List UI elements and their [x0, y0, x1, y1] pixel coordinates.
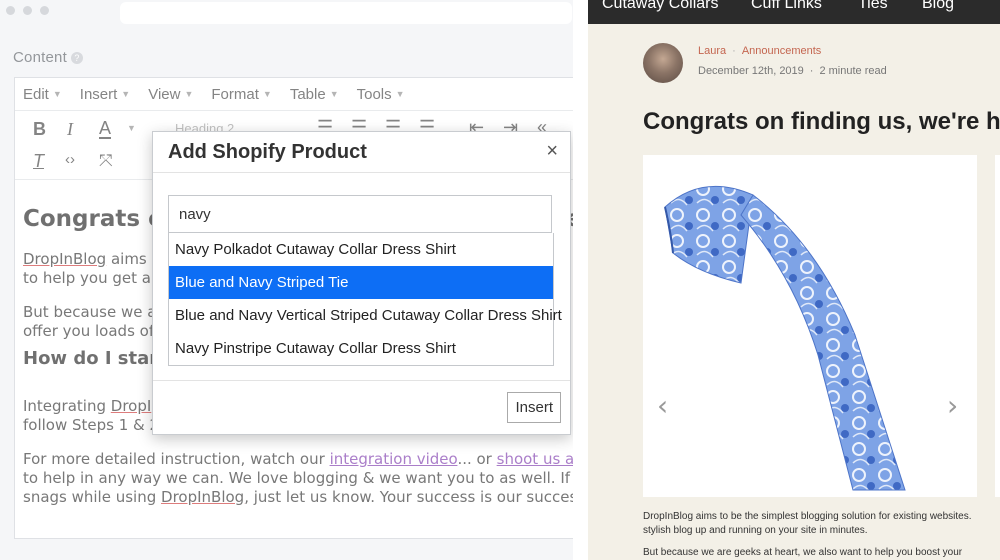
- dialog-title: Add Shopify Product: [168, 141, 367, 163]
- add-shopify-product-dialog: Add Shopify Product × Navy Polkadot Cuta…: [152, 131, 571, 435]
- author-avatar: [643, 43, 683, 83]
- nav-ties[interactable]: Ties: [858, 0, 888, 13]
- close-icon[interactable]: ×: [546, 140, 558, 163]
- tie-body: [740, 194, 906, 491]
- dialog-header: Add Shopify Product ×: [153, 132, 570, 173]
- nav-cuff-links[interactable]: Cuff Links: [751, 0, 822, 13]
- carousel-next-icon[interactable]: ›: [947, 389, 958, 422]
- product-image-carousel: ‹ ›: [643, 155, 977, 497]
- category-link[interactable]: Announcements: [742, 45, 822, 57]
- post-body-line: stylish blog up and running on your site…: [643, 525, 868, 536]
- post-date: December 12th, 2019: [698, 65, 804, 77]
- product-sidebar: [995, 155, 1000, 497]
- nav-cutaway-collars[interactable]: Cutaway Collars: [602, 0, 718, 13]
- product-result-item[interactable]: Navy Polkadot Cutaway Collar Dress Shirt: [169, 233, 553, 266]
- insert-button[interactable]: Insert: [507, 392, 561, 423]
- post-body-line: DropInBlog aims to be the simplest blogg…: [643, 511, 972, 522]
- tie-image: ‹ ›: [657, 185, 958, 491]
- editor-pane: Content? Edit ▼ Insert ▼ View ▼ Format ▼ Tab…: [0, 0, 573, 560]
- post-meta: Laura · Announcements: [698, 45, 821, 57]
- blog-preview-pane: Cutaway Collars Cuff Links Ties Blog Lau…: [588, 0, 1000, 560]
- site-navbar: Cutaway Collars Cuff Links Ties Blog: [588, 0, 1000, 24]
- product-results-list: Navy Polkadot Cutaway Collar Dress Shirt…: [168, 233, 562, 366]
- product-result-item[interactable]: Navy Pinstripe Cutaway Collar Dress Shir…: [169, 332, 553, 365]
- nav-blog[interactable]: Blog: [922, 0, 954, 13]
- product-search-input[interactable]: [168, 195, 552, 233]
- carousel-prev-icon[interactable]: ‹: [657, 389, 668, 422]
- read-time: 2 minute read: [819, 65, 887, 77]
- separator: ·: [809, 65, 814, 77]
- separator: ·: [732, 45, 736, 57]
- post-body-line: But because we are geeks at heart, we al…: [643, 547, 963, 558]
- product-result-item-selected[interactable]: Blue and Navy Striped Tie: [169, 266, 553, 299]
- post-title: Congrats on finding us, we're happy you'…: [643, 108, 1000, 135]
- dialog-footer: Insert: [153, 380, 570, 435]
- tie-roll: [664, 185, 754, 284]
- author-link[interactable]: Laura: [698, 45, 726, 57]
- post-date-meta: December 12th, 2019 · 2 minute read: [698, 65, 887, 77]
- product-result-item[interactable]: Blue and Navy Vertical Striped Cutaway C…: [169, 299, 562, 332]
